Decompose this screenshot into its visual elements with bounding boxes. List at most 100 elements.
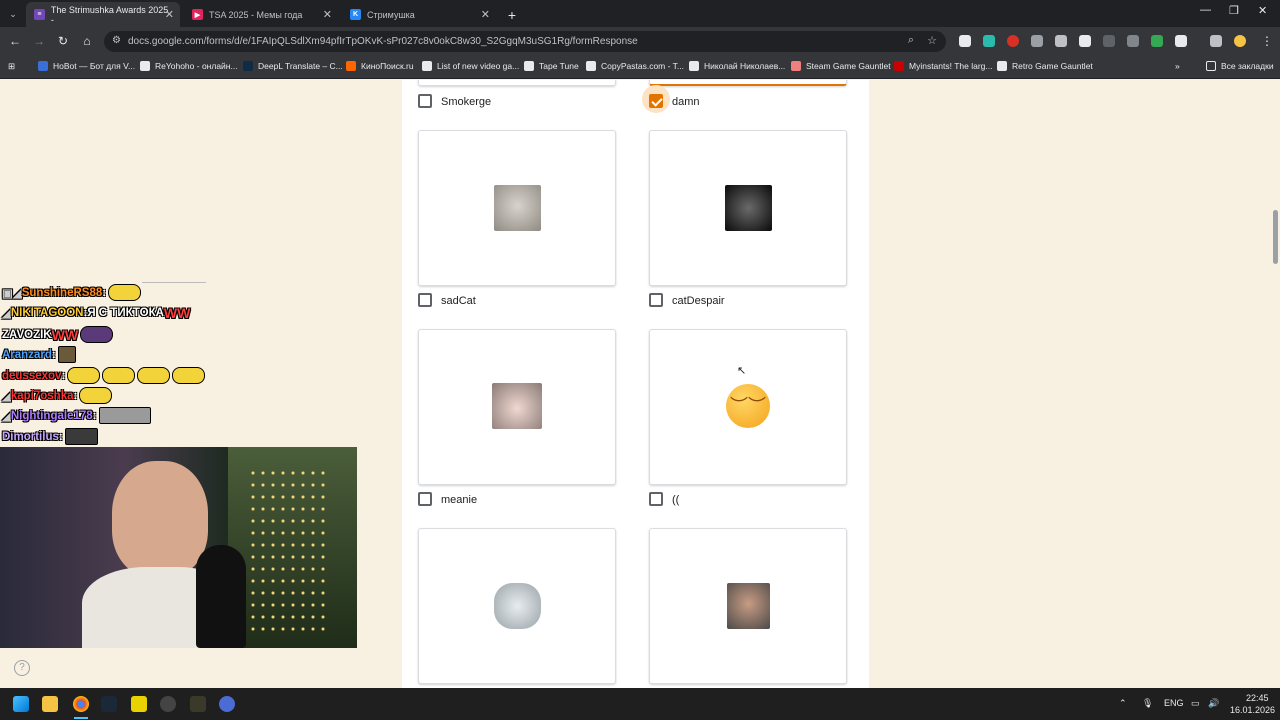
option-image	[494, 583, 541, 629]
emote-image	[80, 326, 114, 343]
tab-tsa-memes[interactable]: ▶ TSA 2025 - Мемы года ✕	[184, 2, 338, 27]
bookmark-item[interactable]: CopyPastas.com - T...	[586, 61, 684, 71]
option-checkbox[interactable]	[649, 94, 663, 108]
app-icon[interactable]	[131, 696, 147, 712]
bookmark-item[interactable]: DeepL Translate – С...	[243, 61, 343, 71]
extension-icon[interactable]	[959, 35, 971, 47]
display-icon[interactable]: ▭	[1191, 698, 1200, 709]
close-window-icon[interactable]: ✕	[1258, 4, 1267, 17]
option-label: meanie	[441, 494, 478, 506]
language-indicator[interactable]: ENG	[1164, 698, 1184, 708]
all-bookmarks-folder[interactable]: Все закладки	[1206, 61, 1274, 71]
home-icon[interactable]: ⌂	[79, 34, 95, 49]
option-checkbox[interactable]	[418, 293, 432, 307]
scrollbar-thumb[interactable]	[1273, 210, 1278, 264]
emote-image	[67, 367, 101, 384]
bookmark-item[interactable]: Steam Game Gauntlet	[791, 61, 891, 71]
reading-list-icon[interactable]	[1210, 35, 1222, 47]
microphone-icon[interactable]: 🎙	[1142, 698, 1153, 709]
streamer-face	[112, 461, 208, 577]
option-image-card	[418, 130, 616, 286]
restore-icon[interactable]: ❐	[1229, 4, 1239, 17]
app-icon[interactable]	[219, 696, 235, 712]
tab-strimushka[interactable]: K Стримушка ✕	[342, 2, 496, 27]
chat-message: ◢ NIKITAGOON : Я С ТИКТОКА WW	[2, 305, 191, 321]
chrome-icon[interactable]	[73, 696, 89, 712]
zoom-icon[interactable]: ⌕	[908, 34, 914, 47]
mouse-cursor-icon: ↖	[737, 365, 747, 377]
bookmark-item[interactable]: Retro Game Gauntlet	[997, 61, 1093, 71]
bookmark-favicon-icon	[243, 61, 253, 71]
option-label: sadCat	[441, 295, 476, 307]
bookmark-star-icon[interactable]: ☆	[927, 34, 937, 47]
form-question-card: Smokerge damn sadCat catDespair ︶︶ ↖ mea…	[402, 80, 869, 688]
option-checkbox[interactable]	[418, 94, 432, 108]
minimize-icon[interactable]: —	[1200, 4, 1211, 16]
bookmark-item[interactable]: ReYohoho - онлайн...	[140, 61, 238, 71]
close-tab-icon[interactable]: ✕	[323, 8, 332, 21]
more-bookmarks-icon[interactable]: »	[1175, 61, 1180, 71]
extension-icon[interactable]	[983, 35, 995, 47]
option-image	[727, 583, 770, 629]
clock-date[interactable]: 16.01.2026	[1230, 705, 1275, 715]
extension-icon[interactable]	[1103, 35, 1115, 47]
apps-grid-icon[interactable]: ⊞	[8, 61, 15, 72]
volume-icon[interactable]: 🔊	[1208, 698, 1219, 709]
option-image-card	[649, 80, 847, 86]
app-icon[interactable]	[190, 696, 206, 712]
chat-message: ▣◢ SunshineRS88 :	[2, 284, 142, 301]
clock-time[interactable]: 22:45	[1246, 693, 1269, 703]
page-scrollbar[interactable]	[1270, 80, 1280, 688]
catdespair-image	[725, 185, 772, 231]
divider	[142, 282, 206, 283]
steam-icon[interactable]	[101, 696, 117, 712]
tab-strimushka-awards[interactable]: ≡ The Strimushka Awards 2025 - ✕	[26, 2, 180, 27]
extension-icon[interactable]	[1079, 35, 1091, 47]
chat-message: ◢ kapi7oshka :	[2, 387, 113, 404]
address-bar[interactable]: ⚙ docs.google.com/forms/d/e/1FAIpQLSdlXm…	[104, 31, 946, 52]
extension-icon[interactable]	[1151, 35, 1163, 47]
bookmark-item[interactable]: КиноПоиск.ru	[346, 61, 414, 71]
option-checkbox[interactable]	[418, 492, 432, 506]
bookmark-item[interactable]: Николай Николаев...	[689, 61, 785, 71]
profile-avatar[interactable]	[1234, 35, 1246, 47]
bookmark-item[interactable]: Myinstants! The larg...	[894, 61, 992, 71]
close-tab-icon[interactable]: ✕	[165, 8, 174, 21]
chat-message: ◢ Nightingale178 :	[2, 407, 151, 424]
bookmark-favicon-icon	[997, 61, 1007, 71]
extension-icon[interactable]	[1127, 35, 1139, 47]
back-icon[interactable]: ←	[7, 34, 23, 49]
option-label: Smokerge	[441, 96, 492, 108]
bookmark-item[interactable]: Tape Tune	[524, 61, 579, 71]
bookmark-favicon-icon	[422, 61, 432, 71]
option-checkbox[interactable]	[649, 492, 663, 506]
extension-icon[interactable]	[1007, 35, 1019, 47]
chat-message: deussexov :	[2, 367, 206, 384]
bookmark-item[interactable]: List of new video ga...	[422, 61, 519, 71]
navigation-bar: ← → ↻ ⌂ ⚙ docs.google.com/forms/d/e/1FAI…	[0, 27, 1280, 56]
forward-icon[interactable]: →	[31, 34, 47, 49]
new-tab-button[interactable]: +	[500, 2, 524, 27]
bookmarks-bar: ⊞ HoBot — Бот для V... ReYohoho - онлайн…	[0, 56, 1280, 79]
menu-icon[interactable]: ⋮	[1259, 34, 1275, 49]
option-image-card	[649, 528, 847, 684]
option-label: ((	[672, 494, 680, 506]
bookmark-item[interactable]: HoBot — Бот для V...	[38, 61, 135, 71]
tab-strip: ⌄ ≡ The Strimushka Awards 2025 - ✕ ▶ TSA…	[0, 0, 1280, 27]
chevron-up-icon[interactable]: ⌃	[1119, 698, 1127, 709]
help-icon[interactable]: ?	[14, 660, 30, 676]
close-tab-icon[interactable]: ✕	[481, 8, 490, 21]
obs-icon[interactable]	[160, 696, 176, 712]
extensions-puzzle-icon[interactable]	[1175, 35, 1187, 47]
extension-icon[interactable]	[1031, 35, 1043, 47]
reload-icon[interactable]: ↻	[55, 34, 71, 49]
option-checkbox[interactable]	[649, 293, 663, 307]
tab-favicon-icon: ▶	[192, 9, 203, 20]
extension-icon[interactable]	[1055, 35, 1067, 47]
tab-search-button[interactable]: ⌄	[2, 2, 24, 27]
chat-message: ZAVOZIK WW	[2, 326, 114, 343]
file-explorer-icon[interactable]	[42, 696, 58, 712]
start-button-icon[interactable]	[13, 696, 29, 712]
site-info-icon[interactable]: ⚙	[112, 35, 121, 46]
option-image-card	[418, 80, 616, 86]
